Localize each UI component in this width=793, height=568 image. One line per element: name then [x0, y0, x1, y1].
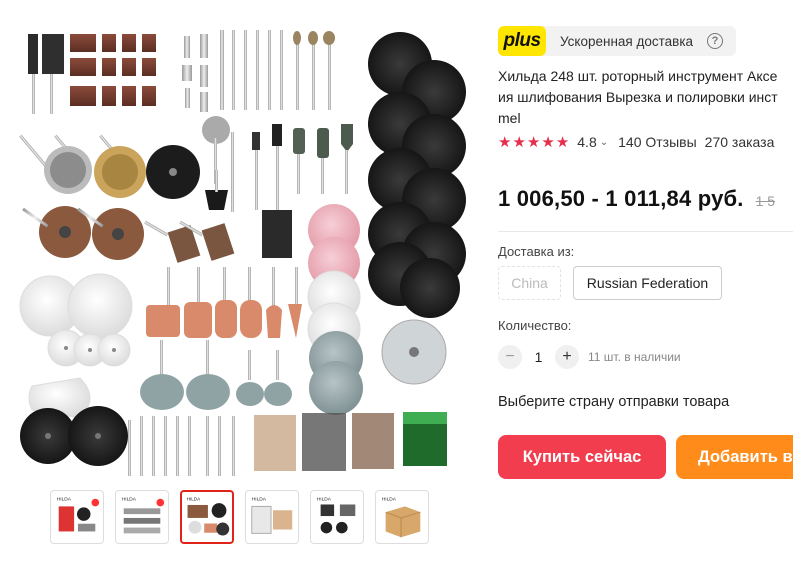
rating-row: ★ ★ ★ ★ ★ 4.8 ⌄ 140 Отзывы 270 заказа — [498, 133, 774, 151]
thumbnail-5[interactable]: HILDA — [310, 490, 364, 544]
price: 1 006,50 - 1 011,84 руб. — [498, 186, 744, 211]
svg-text:HILDA: HILDA — [187, 496, 202, 501]
chevron-down-icon[interactable]: ⌄ — [600, 137, 608, 148]
quantity-plus-button[interactable]: + — [555, 345, 579, 369]
ship-option-china[interactable]: China — [498, 266, 561, 300]
ship-from-label: Доставка из: — [498, 244, 575, 259]
svg-text:HILDA: HILDA — [317, 497, 332, 503]
title-line-1: Хильда 248 шт. роторный инструмент Аксе — [498, 68, 778, 84]
main-product-image[interactable] — [10, 20, 472, 476]
product-gallery: HILDA HILDA HILDA HILDA HILDA HILDA — [0, 0, 480, 568]
svg-text:HILDA: HILDA — [57, 497, 72, 503]
product-title: Хильда 248 шт. роторный инструмент Аксе … — [498, 66, 793, 129]
thumbnail-6[interactable]: HILDA — [375, 490, 429, 544]
add-to-cart-button[interactable]: Добавить в корзину — [676, 435, 793, 479]
title-line-3: mel — [498, 110, 521, 126]
plus-logo: plus — [498, 26, 546, 56]
reviews-link[interactable]: 140 Отзывы — [618, 134, 697, 150]
thumbnail-1[interactable]: HILDA — [50, 490, 104, 544]
star-icon: ★ — [555, 134, 570, 151]
svg-text:HILDA: HILDA — [122, 497, 137, 503]
fast-delivery-text: Ускоренная доставка — [560, 33, 694, 49]
quantity-minus-button[interactable]: − — [498, 345, 522, 369]
quantity-label: Количество: — [498, 318, 572, 333]
product-page: HILDA HILDA HILDA HILDA HILDA HILDA plus… — [0, 0, 793, 568]
choose-ship-country-text: Выберите страну отправки товара — [498, 394, 730, 410]
ship-option-russia[interactable]: Russian Federation — [573, 266, 722, 300]
svg-text:HILDA: HILDA — [252, 497, 267, 503]
svg-text:HILDA: HILDA — [382, 497, 397, 503]
star-icon: ★ — [526, 134, 541, 151]
star-icon: ★ — [498, 134, 512, 151]
product-info: plus Ускоренная доставка ? Хильда 248 шт… — [498, 0, 793, 568]
stock-count: 11 шт. в наличии — [588, 350, 681, 364]
thumbnail-2[interactable]: HILDA — [115, 490, 169, 544]
orders-count: 270 заказа — [704, 134, 775, 150]
thumbnail-4[interactable]: HILDA — [245, 490, 299, 544]
rating-stars: ★ ★ ★ ★ ★ — [498, 133, 569, 151]
quantity-stepper: − 1 + 11 шт. в наличии — [498, 345, 681, 369]
thumbnail-strip: HILDA HILDA HILDA HILDA HILDA HILDA — [50, 490, 429, 544]
divider — [498, 231, 793, 232]
quantity-value[interactable]: 1 — [522, 349, 555, 365]
star-icon: ★ — [541, 134, 555, 151]
star-icon: ★ — [512, 134, 526, 151]
thumbnail-3-active[interactable]: HILDA — [180, 490, 234, 544]
question-icon[interactable]: ? — [707, 33, 723, 49]
title-line-2: ия шлифования Вырезка и полировки инст — [498, 89, 778, 105]
buy-now-button[interactable]: Купить сейчас — [498, 435, 666, 479]
price-row: 1 006,50 - 1 011,84 руб. 1 5 — [498, 186, 775, 212]
fast-delivery-badge[interactable]: plus Ускоренная доставка ? — [498, 26, 736, 56]
rating-value[interactable]: 4.8 — [577, 134, 596, 150]
old-price: 1 5 — [755, 193, 776, 209]
